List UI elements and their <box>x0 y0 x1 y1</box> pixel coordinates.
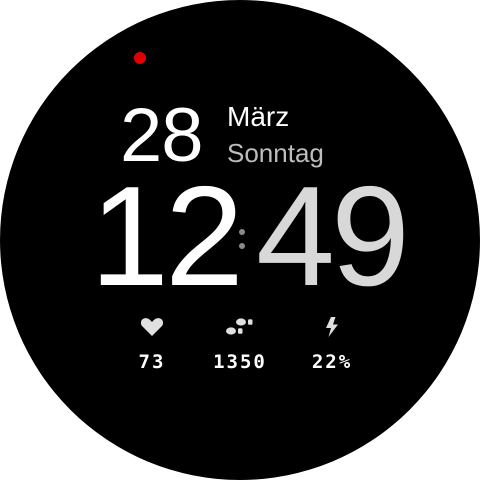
steps-complication[interactable]: 1350 <box>200 316 280 376</box>
date-month: März <box>227 101 290 132</box>
heart-rate-value: 73 <box>138 351 166 373</box>
time-separator <box>239 229 245 253</box>
heart-icon <box>139 316 165 338</box>
steps-value: 1350 <box>213 351 267 373</box>
footprints-icon <box>226 316 253 338</box>
watch-face: 28 März Sonntag 12 49 73 1350 22% <box>0 0 480 480</box>
lightning-icon <box>319 316 345 338</box>
separator-dot-bottom <box>239 243 245 249</box>
battery-complication[interactable]: 22% <box>292 316 372 376</box>
time-minutes: 49 <box>256 157 410 316</box>
time-hours: 12 <box>90 157 244 316</box>
notification-dot[interactable] <box>134 52 146 64</box>
heart-rate-complication[interactable]: 73 <box>112 316 192 376</box>
battery-value: 22% <box>311 351 353 373</box>
separator-dot-top <box>239 229 245 235</box>
